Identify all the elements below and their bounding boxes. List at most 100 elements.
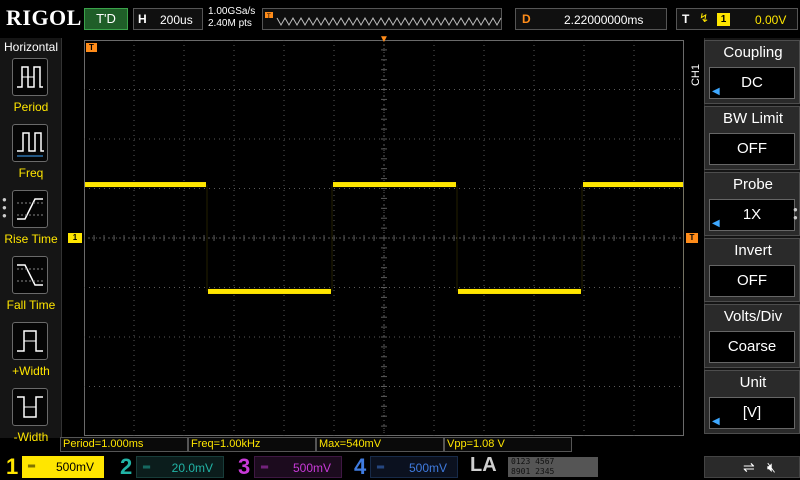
system-status-area: ⇌ 🔇︎ (704, 456, 800, 478)
trigger-source-badge: 1 (717, 13, 730, 26)
invert-menu[interactable]: Invert OFF (704, 238, 800, 302)
measure-freq-item[interactable]: Freq (0, 124, 62, 188)
horizontal-delay[interactable]: D 2.22000000ms (515, 8, 667, 30)
waveform-low-segment (208, 288, 331, 294)
trigger-position-marker: T (86, 43, 97, 52)
acquisition-info: 1.00GSa/s 2.40M pts (208, 6, 255, 30)
measure-freq-label: Freq (18, 166, 44, 180)
center-position-marker-icon: ▼ (379, 34, 389, 45)
neg-width-icon (12, 388, 48, 426)
measure-rise-time-item[interactable]: Rise Time (0, 190, 62, 254)
bw-limit-menu[interactable]: BW Limit OFF (704, 106, 800, 170)
ch1-number[interactable]: 1 (6, 454, 18, 480)
measurement-vpp: Vpp=1.08 V (444, 437, 572, 452)
measure-rise-time-label: Rise Time (4, 232, 58, 246)
usb-icon: ⇌ (743, 459, 755, 475)
probe-value[interactable]: ◀ 1X (709, 199, 795, 231)
memory-overview-bar[interactable]: T (262, 8, 502, 30)
ch3-number[interactable]: 3 (238, 454, 250, 480)
unit-value[interactable]: ◀ [V] (709, 397, 795, 429)
left-arrow-icon: ◀ (712, 218, 720, 229)
measure-fall-time-label: Fall Time (6, 298, 56, 312)
dc-coupling-icon: ═ (377, 462, 385, 473)
ch2-number[interactable]: 2 (120, 454, 132, 480)
ch2-scale-box[interactable]: ═ 20.0mV (136, 456, 224, 478)
trigger-label: T (682, 12, 690, 26)
pos-width-icon (12, 322, 48, 360)
waveform-display[interactable] (84, 40, 684, 436)
waveform-low-segment (458, 288, 581, 294)
timebase-label: H (138, 12, 147, 26)
dc-coupling-icon: ═ (261, 462, 269, 473)
delay-value: 2.22000000ms (564, 13, 644, 27)
graticule (84, 40, 684, 436)
sample-rate-value: 1.00GSa/s (208, 6, 256, 17)
unit-title: Unit (739, 374, 767, 391)
measurement-results-bar: Period=1.000ms Freq=1.00kHz Max=540mV Vp… (60, 437, 575, 452)
la-channel-display[interactable]: 0123 4567 8901 2345 (508, 457, 598, 477)
unit-menu[interactable]: Unit ◀ [V] (704, 370, 800, 434)
top-status-bar: RIGOL T'D H 200us 1.00GSa/s 2.40M pts T … (0, 0, 800, 38)
measure-pos-width-label: +Width (12, 364, 50, 378)
bw-limit-value[interactable]: OFF (709, 133, 795, 165)
dc-coupling-icon: ═ (28, 461, 36, 472)
invert-value[interactable]: OFF (709, 265, 795, 297)
ch4-number[interactable]: 4 (354, 454, 366, 480)
bw-limit-title: BW Limit (723, 110, 783, 127)
measure-fall-time-item[interactable]: Fall Time (0, 256, 62, 320)
left-arrow-icon: ◀ (712, 416, 720, 427)
measure-pos-width-item[interactable]: +Width (0, 322, 62, 386)
horizontal-timebase[interactable]: H 200us (133, 8, 203, 30)
rising-edge-icon: ↯ (699, 11, 710, 25)
menu-channel-tag: CH1 (690, 64, 702, 87)
trigger-settings[interactable]: T ↯ 1 0.00V (676, 8, 798, 30)
ch1-scale-box[interactable]: ═ 500mV (22, 456, 104, 478)
invert-title: Invert (734, 242, 772, 259)
ch1-offset-marker[interactable]: 1 (68, 233, 82, 243)
grid-lines (84, 40, 684, 436)
la-digits-row1: 0123 4567 (511, 457, 555, 466)
probe-menu[interactable]: Probe ◀ 1X (704, 172, 800, 236)
ch4-scale-box[interactable]: ═ 500mV (370, 456, 458, 478)
la-label[interactable]: LA (470, 454, 497, 477)
left-scroll-dots-icon: ● ● ● (2, 195, 7, 220)
volts-div-menu[interactable]: Volts/Div Coarse (704, 304, 800, 368)
ch3-scale-box[interactable]: ═ 500mV (254, 456, 342, 478)
coupling-menu[interactable]: Coupling ◀ DC (704, 40, 800, 104)
trigger-level-marker[interactable]: T (686, 233, 698, 243)
svg-text:T: T (266, 13, 271, 20)
speaker-muted-icon[interactable]: 🔇︎ (767, 459, 776, 476)
volts-div-value[interactable]: Coarse (709, 331, 795, 363)
waveform-high-segment (85, 182, 206, 188)
memory-depth-value: 2.40M pts (208, 18, 252, 29)
ch4-scale: 500mV (408, 461, 447, 475)
overview-waveform-icon: T (265, 12, 502, 27)
la-digits-row2: 8901 2345 (511, 467, 555, 476)
waveform-high-segment (583, 182, 683, 188)
probe-value-text: 1X (742, 206, 762, 223)
waveform-high-segment (333, 182, 456, 188)
timebase-value: 200us (160, 13, 193, 27)
measure-period-item[interactable]: Period (0, 58, 62, 122)
measurement-freq: Freq=1.00kHz (188, 437, 316, 452)
measure-neg-width-item[interactable]: -Width (0, 388, 62, 452)
volts-div-title: Volts/Div (723, 308, 783, 325)
ch3-scale: 500mV (292, 461, 331, 475)
coupling-value[interactable]: ◀ DC (709, 67, 795, 99)
coupling-title: Coupling (723, 44, 783, 61)
right-scroll-dots-icon: ● ● (793, 205, 798, 222)
trigger-level-value: 0.00V (755, 13, 787, 27)
measure-category-title: Horizontal (3, 40, 59, 54)
dc-coupling-icon: ═ (143, 462, 151, 473)
period-icon (12, 58, 48, 96)
unit-value-text: [V] (742, 404, 762, 421)
measure-period-label: Period (13, 100, 49, 114)
ch1-scale: 500mV (55, 460, 94, 474)
probe-title: Probe (732, 176, 774, 193)
ch2-scale: 20.0mV (171, 461, 213, 475)
fall-time-icon (12, 256, 48, 294)
left-arrow-icon: ◀ (712, 86, 720, 97)
delay-label: D (522, 12, 531, 26)
trigger-status-badge: T'D (84, 8, 128, 30)
measure-neg-width-label: -Width (13, 430, 49, 444)
